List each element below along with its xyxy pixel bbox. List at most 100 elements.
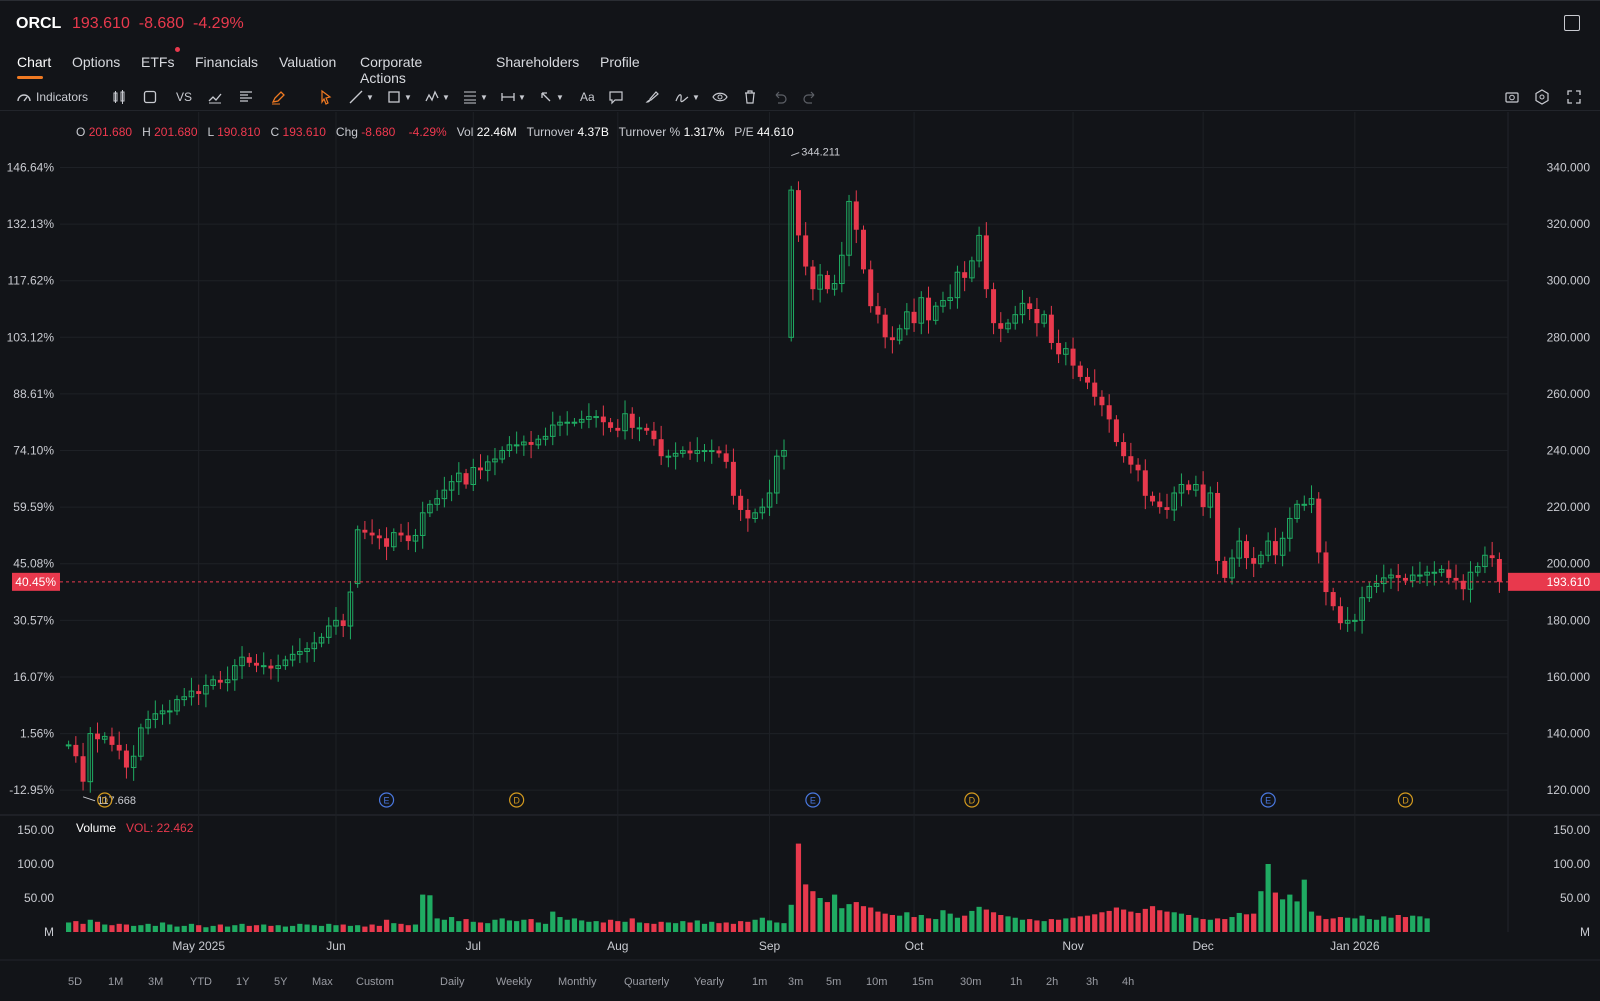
tab-valuation[interactable]: Valuation bbox=[279, 54, 336, 70]
volume-bar bbox=[369, 924, 375, 932]
trash-icon[interactable] bbox=[742, 89, 758, 105]
period-option[interactable]: 3M bbox=[148, 976, 163, 988]
redo-icon[interactable] bbox=[802, 89, 818, 105]
volume-bar bbox=[333, 925, 339, 932]
exit-panel-icon[interactable] bbox=[1564, 15, 1580, 31]
layout-icon[interactable] bbox=[142, 89, 158, 105]
measure-icon[interactable]: ▼ bbox=[500, 89, 526, 105]
arrow-icon[interactable]: ▼ bbox=[538, 89, 564, 105]
period-option[interactable]: 5Y bbox=[274, 976, 287, 988]
volume-bar bbox=[897, 915, 903, 932]
tab-shareholders[interactable]: Shareholders bbox=[496, 54, 579, 70]
indicators-button[interactable]: Indicators bbox=[16, 89, 88, 105]
cursor-icon[interactable] bbox=[318, 89, 334, 105]
period-option[interactable]: 3m bbox=[788, 976, 803, 988]
time-axis-label: Jul bbox=[466, 939, 481, 953]
fibonacci-icon[interactable]: ▼ bbox=[462, 89, 488, 105]
price-axis-label: 160.000 bbox=[1547, 670, 1591, 684]
tab-etfs[interactable]: ETFs bbox=[141, 54, 174, 70]
candle-body bbox=[875, 306, 881, 315]
brush-icon[interactable] bbox=[644, 89, 660, 105]
last-price: 193.610 bbox=[72, 15, 130, 32]
volume-bar bbox=[456, 921, 462, 932]
tab-corporate-actions[interactable]: Corporate Actions bbox=[360, 54, 422, 86]
period-option[interactable]: Weekly bbox=[496, 976, 532, 988]
volume-bar bbox=[911, 917, 917, 932]
volume-bar bbox=[499, 918, 505, 932]
period-option[interactable]: Max bbox=[312, 976, 333, 988]
period-option[interactable]: YTD bbox=[190, 976, 212, 988]
comment-icon[interactable] bbox=[608, 89, 624, 105]
price-chart[interactable]: 340.000 146.64% 320.000 132.13% 300.000 117.6… bbox=[0, 112, 1600, 972]
camera-icon[interactable] bbox=[1504, 89, 1520, 105]
undo-icon[interactable] bbox=[772, 89, 788, 105]
volume-bar bbox=[1084, 915, 1091, 932]
period-option[interactable]: 1h bbox=[1010, 976, 1022, 988]
period-option[interactable]: 5D bbox=[68, 976, 82, 988]
period-option[interactable]: 30m bbox=[960, 976, 981, 988]
period-option[interactable]: 4h bbox=[1122, 976, 1134, 988]
candle-body bbox=[991, 289, 997, 324]
volume-bar bbox=[1243, 914, 1250, 932]
tab-profile[interactable]: Profile bbox=[600, 54, 640, 70]
candle-body bbox=[745, 509, 751, 519]
chart-style-icon[interactable] bbox=[207, 89, 223, 105]
period-option[interactable]: Daily bbox=[440, 976, 464, 988]
tab-chart[interactable]: Chart bbox=[17, 54, 51, 70]
tab-financials[interactable]: Financials bbox=[195, 54, 258, 70]
candle-body bbox=[1128, 456, 1134, 465]
signature-icon[interactable]: ▼ bbox=[674, 89, 700, 105]
candle-type-icon[interactable] bbox=[111, 89, 127, 105]
candle-body bbox=[95, 733, 101, 740]
period-option[interactable]: 1m bbox=[752, 976, 767, 988]
candle-body bbox=[1200, 484, 1206, 508]
period-option[interactable]: Custom bbox=[356, 976, 394, 988]
period-option[interactable]: 2h bbox=[1046, 976, 1058, 988]
time-axis-label: May 2025 bbox=[172, 939, 225, 953]
tab-options[interactable]: Options bbox=[72, 54, 120, 70]
period-option[interactable]: 10m bbox=[866, 976, 887, 988]
volume-bar bbox=[1366, 919, 1372, 932]
volume-bar bbox=[102, 924, 108, 932]
candle-body bbox=[268, 665, 274, 669]
candle-body bbox=[246, 657, 252, 663]
volume-bar bbox=[1164, 911, 1170, 932]
period-option[interactable]: Monthly bbox=[558, 976, 597, 988]
candle-body bbox=[1157, 501, 1163, 508]
candle-body bbox=[253, 662, 259, 666]
volume-bar bbox=[1381, 916, 1387, 932]
volume-bar bbox=[817, 898, 823, 932]
highlighter-icon[interactable] bbox=[270, 89, 286, 105]
volume-axis-label: 100.00 bbox=[17, 857, 54, 871]
text-tool-button[interactable]: Aa bbox=[580, 89, 595, 105]
shape-icon[interactable]: ▼ bbox=[386, 89, 412, 105]
period-option[interactable]: 1M bbox=[108, 976, 123, 988]
align-icon[interactable] bbox=[238, 89, 254, 105]
candle-body bbox=[1431, 571, 1438, 574]
period-option[interactable]: Yearly bbox=[694, 976, 724, 988]
volume-bar bbox=[969, 910, 975, 932]
volume-bar bbox=[181, 925, 187, 932]
pattern-icon[interactable]: ▼ bbox=[424, 89, 450, 105]
volume-bar bbox=[1410, 915, 1416, 932]
dividend-marker-label: D bbox=[1402, 796, 1409, 806]
volume-bar bbox=[990, 912, 997, 932]
settings-icon[interactable] bbox=[1534, 89, 1550, 105]
period-option[interactable]: Quarterly bbox=[624, 976, 669, 988]
volume-bar bbox=[145, 923, 151, 932]
candle-body bbox=[593, 416, 599, 419]
volume-bar bbox=[1077, 916, 1083, 932]
candle-body bbox=[738, 495, 744, 510]
eye-icon[interactable] bbox=[712, 89, 728, 105]
candle-body bbox=[1135, 464, 1141, 471]
volume-bar bbox=[434, 918, 440, 932]
fullscreen-icon[interactable] bbox=[1566, 89, 1582, 105]
period-option[interactable]: 15m bbox=[912, 976, 933, 988]
period-option[interactable]: 5m bbox=[826, 976, 841, 988]
period-option[interactable]: 3h bbox=[1086, 976, 1098, 988]
trendline-icon[interactable]: ▼ bbox=[348, 89, 374, 105]
min-leader bbox=[82, 796, 96, 802]
volume-bar bbox=[1005, 916, 1011, 932]
compare-button[interactable]: VS bbox=[176, 89, 192, 105]
period-option[interactable]: 1Y bbox=[236, 976, 249, 988]
